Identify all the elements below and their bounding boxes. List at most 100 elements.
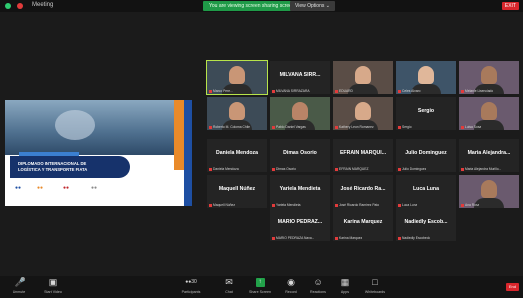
participant-caption: Nadiedly Escobedo: [398, 236, 430, 240]
participants-count: 30: [191, 279, 197, 285]
participant-caption-text: Celes Alvaro: [402, 89, 421, 93]
participant-caption: Ana Rosa: [461, 203, 479, 207]
chat-button[interactable]: ✉ Chat: [212, 277, 246, 295]
unmute-button[interactable]: 🎤 Unmute: [2, 278, 36, 295]
participant-caption: Karina Marquez: [335, 236, 362, 240]
participant-caption-text: Karina Marquez: [339, 236, 363, 240]
participant-tile[interactable]: Melanie Lisenciado: [459, 61, 519, 94]
participant-caption: Maria Alejandra Murillo...: [461, 167, 501, 171]
participant-caption: Daniela Mendoza: [209, 167, 239, 171]
muted-mic-icon: [272, 236, 275, 240]
participant-video: [355, 102, 371, 120]
participant-tile[interactable]: José Ricardo Ra... José Ricardo Ramirez P…: [333, 175, 393, 208]
participant-video: [481, 102, 497, 120]
participant-caption-text: Ana Rosa: [465, 203, 480, 207]
participant-caption: EDUARD: [335, 89, 353, 93]
participant-caption: José Ricardo Ramirez Pato: [335, 203, 379, 207]
participant-name: Maria Alejandra...: [467, 150, 511, 156]
meeting-label: Meeting: [32, 2, 54, 8]
participant-video: [418, 66, 434, 84]
participant-tile[interactable]: Maquell Núñez Maquell Núñez: [207, 175, 267, 208]
participant-caption-text: Luisa Sosa: [465, 125, 482, 129]
sponsor-logo: ●●: [63, 185, 70, 191]
participants-button[interactable]: ●●30 Participants: [174, 278, 208, 294]
share-screen-label: Share Screen: [249, 290, 271, 294]
participant-video: [292, 102, 308, 120]
apps-grid-icon: ▦: [340, 277, 350, 287]
participant-caption: MILVANA SIRRAZARA: [272, 89, 310, 93]
exit-fullscreen-button[interactable]: EXIT: [501, 2, 519, 10]
participant-tile[interactable]: Yariela Mendieta Yariela Mendieta: [270, 175, 330, 208]
participant-tile[interactable]: Ana Rosa: [459, 175, 519, 208]
whiteboards-button[interactable]: □ Whiteboards: [358, 278, 392, 295]
participant-caption: Luisa Sosa: [461, 125, 481, 129]
chat-bubble-icon: ✉: [225, 277, 233, 287]
participant-tile[interactable]: Sergio Sergio: [396, 97, 456, 130]
participant-tile[interactable]: Celes Alvaro: [396, 61, 456, 94]
participant-caption: MARIO PEDRAZA Nava...: [272, 236, 314, 240]
muted-mic-icon: [398, 236, 401, 240]
participant-tile[interactable]: EDUARD: [333, 61, 393, 94]
participant-tile[interactable]: Kathery Leon Romanez: [333, 97, 393, 130]
participant-name: Dimas Osorio: [283, 150, 317, 156]
participant-tile[interactable]: Dimas Osorio Dimas Osorio: [270, 139, 330, 172]
participant-tile[interactable]: Luisa Sosa: [459, 97, 519, 130]
participant-caption-text: Luca Luna: [402, 203, 418, 207]
participant-tile[interactable]: Roberto M. Coloma Chile: [207, 97, 267, 130]
slide-photo: [5, 100, 180, 155]
participant-tile[interactable]: Julio Dominguez Julio Dominguez: [396, 139, 456, 172]
participant-tile[interactable]: Marco Pere...: [206, 60, 268, 95]
participant-tile[interactable]: Karina Marquez Karina Marquez: [333, 208, 393, 241]
view-options-button[interactable]: View Options ⌄: [290, 1, 335, 11]
participant-caption: Pablo Daniel Vargas: [272, 125, 306, 129]
meeting-toolbar: 🎤 Unmute ▣ Start Video ●●30 Participants…: [0, 276, 523, 298]
end-meeting-button[interactable]: End: [505, 283, 519, 291]
participant-tile[interactable]: MILVANA SIRR... MILVANA SIRRAZARA: [270, 61, 330, 94]
start-video-label: Start Video: [44, 290, 62, 294]
muted-mic-icon: [398, 125, 401, 129]
participant-tile[interactable]: EFRAIN MARQUI... EFRAIN MARQUEZ: [333, 139, 393, 172]
participant-caption-text: EFRAIN MARQUEZ: [339, 167, 369, 171]
screen-sharing-banner: You are viewing screen sharing screen: [203, 1, 301, 11]
muted-mic-icon: [461, 89, 464, 93]
participant-name: Luca Luna: [413, 186, 439, 192]
sponsor-logo: ●●: [37, 185, 44, 191]
security-shield-icon[interactable]: [5, 3, 11, 9]
participant-caption: Julio Dominguez: [398, 167, 426, 171]
participant-video: [355, 66, 371, 84]
participant-tile[interactable]: Pablo Daniel Vargas: [270, 97, 330, 130]
participant-caption-text: MARIO PEDRAZA Nava...: [276, 236, 315, 240]
muted-mic-icon: [335, 125, 338, 129]
start-video-button[interactable]: ▣ Start Video: [36, 278, 70, 295]
slide-side-bar: [184, 100, 192, 206]
muted-mic-icon: [209, 203, 212, 207]
participant-video: [481, 180, 497, 198]
participant-caption: EFRAIN MARQUEZ: [335, 167, 369, 171]
participant-caption-text: Kathery Leon Romanez: [339, 125, 374, 129]
participant-video: [229, 102, 245, 120]
participant-caption-text: Melanie Lisenciado: [465, 89, 494, 93]
participant-tile[interactable]: Nadiedly Escob... Nadiedly Escobedo: [396, 208, 456, 241]
participant-caption-text: EDUARD: [339, 89, 353, 93]
participant-caption: Melanie Lisenciado: [461, 89, 493, 93]
participant-tile[interactable]: Luca Luna Luca Luna: [396, 175, 456, 208]
participant-tile[interactable]: Maria Alejandra... Maria Alejandra Murill…: [459, 139, 519, 172]
shared-screen-slide: DIPLOMADO INTERNACIONAL DE LOGÍSTICA Y T…: [5, 100, 192, 206]
whiteboards-label: Whiteboards: [364, 290, 386, 294]
participant-caption: Marco Pere...: [209, 89, 233, 93]
sponsor-logo: ●●: [15, 185, 22, 191]
muted-mic-icon: [461, 167, 464, 171]
participant-caption-text: Julio Dominguez: [402, 167, 427, 171]
share-screen-button[interactable]: ↑ Share Screen: [243, 278, 277, 294]
participant-caption-text: MILVANA SIRRAZARA: [276, 89, 310, 93]
participant-tile[interactable]: Daniela Mendoza Daniela Mendoza: [207, 139, 267, 172]
participant-caption: Roberto M. Coloma Chile: [209, 125, 250, 129]
apps-button[interactable]: ▦ Apps: [328, 277, 362, 295]
participant-name: Daniela Mendoza: [215, 150, 259, 156]
participant-caption-text: Daniela Mendoza: [213, 167, 239, 171]
chat-label: Chat: [225, 290, 233, 294]
participant-tile[interactable]: MARIO PEDRAZ... MARIO PEDRAZA Nava...: [270, 208, 330, 241]
muted-mic-icon: [398, 89, 401, 93]
participant-name: Sergio: [417, 108, 435, 114]
muted-mic-icon: [272, 167, 275, 171]
